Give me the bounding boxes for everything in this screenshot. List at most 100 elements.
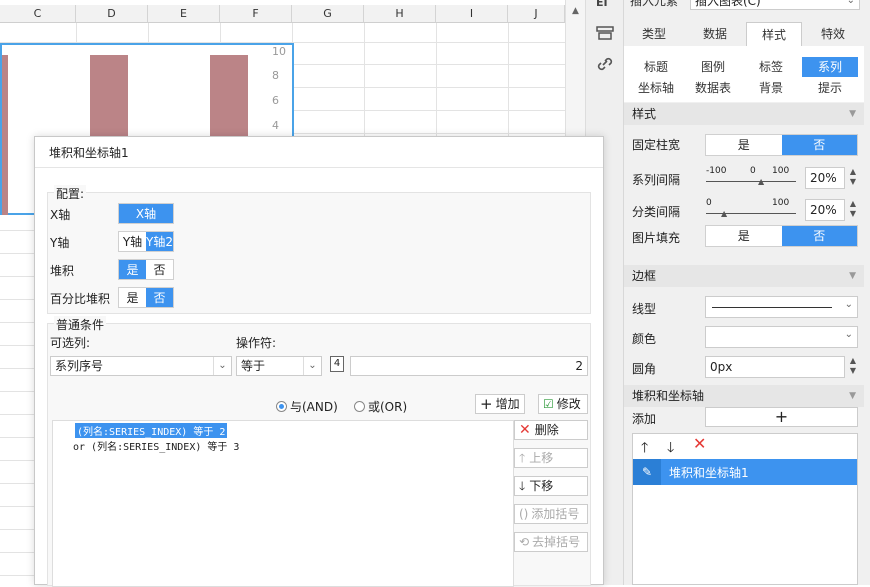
insert-chart-dropdown[interactable]: 插入图表(C) ⌄ [690,0,860,10]
column-header-e[interactable]: E [148,5,220,23]
delete-icon[interactable]: ✕ [693,434,706,453]
move-down-icon[interactable]: 🡓 [667,437,674,461]
subtab-background[interactable]: 背景 [744,78,798,98]
add-stack-button[interactable]: + [705,407,858,427]
chart-bar [2,55,8,215]
series-gap-input[interactable]: 20% [805,167,845,189]
stack-axis-section-header[interactable]: 堆积和坐标轴 ▼ [624,385,864,407]
column-header-h[interactable]: H [364,5,436,23]
or-radio[interactable]: 或(OR) [354,398,407,415]
y-axis-toggle[interactable]: Y轴 Y轴2 [118,231,174,252]
subtab-tooltip[interactable]: 提示 [802,78,858,98]
column-header-c[interactable]: C [0,5,76,23]
subtab-title[interactable]: 标题 [630,57,682,77]
delete-label: 删除 [534,423,559,437]
x-axis-label: X轴 [50,208,71,222]
tab-type[interactable]: 类型 [624,22,684,46]
series-gap-spinner-icon[interactable]: ▲ ▼ [847,167,859,189]
column-header-f[interactable]: F [220,5,292,23]
stack-label: 堆积 [50,264,75,278]
radius-label: 圆角 [632,362,657,376]
fixed-width-toggle[interactable]: 是 否 [705,134,858,156]
add-parentheses-button[interactable]: () 添加括号 [514,504,588,524]
list-item[interactable]: ✎ 堆积和坐标轴1 [633,459,857,485]
series-gap-slider[interactable]: -100 0 100 ▲ [706,166,798,188]
category-gap-slider[interactable]: 0 100 ▲ [706,198,798,220]
slider-thumb-icon[interactable]: ▲ [721,209,727,218]
color-label: 颜色 [632,332,657,346]
condition-list[interactable]: (列名:SERIES_INDEX) 等于 2 or (列名:SERIES_IND… [52,420,514,587]
radius-spinner-icon[interactable]: ▲ ▼ [847,356,859,378]
operator-select[interactable]: 等于 ⌄ [236,356,322,376]
fixed-width-yes[interactable]: 是 [706,135,782,155]
color-select[interactable]: ⌄ [705,326,858,348]
image-fill-yes[interactable]: 是 [706,226,782,246]
series-gap-max: 100 [772,166,790,176]
column-header-j[interactable]: J [508,5,565,23]
and-radio-label: 与(AND) [290,400,338,414]
tab-style[interactable]: 样式 [746,22,802,46]
tab-effects[interactable]: 特效 [804,22,862,46]
category-gap-spinner-icon[interactable]: ▲ ▼ [847,199,859,221]
remove-parentheses-label: 去掉括号 [532,535,581,549]
hyperlink-icon[interactable] [596,56,614,72]
radius-input[interactable]: 0px [705,356,845,378]
x-axis-toggle[interactable]: X轴 [118,203,174,224]
y-axis-option-1[interactable]: Y轴 [119,232,146,251]
slider-thumb-icon[interactable]: ▲ [758,177,764,186]
arrow-up-icon: 🡑 [519,451,526,465]
tab-data[interactable]: 数据 [686,22,744,46]
subtab-datasheet[interactable]: 数据表 [686,78,740,98]
edit-icon[interactable]: ✎ [633,459,661,485]
category-gap-input[interactable]: 20% [805,199,845,221]
percent-stack-toggle[interactable]: 是 否 [118,287,174,308]
condition-item[interactable]: (列名:SERIES_INDEX) 等于 2 [75,423,228,438]
value-type-icon[interactable]: 4 [330,356,344,372]
image-fill-toggle[interactable]: 是 否 [705,225,858,247]
subtab-axis[interactable]: 坐标轴 [630,78,682,98]
widget-settings-icon[interactable] [596,25,614,41]
series-gap-label: 系列间隔 [632,173,681,187]
cell-info-icon[interactable]: EI [596,0,614,9]
category-gap-max: 100 [772,198,790,208]
category-gap-label: 分类间隔 [632,205,681,219]
y-axis-option-2[interactable]: Y轴2 [146,232,173,251]
delete-condition-button[interactable]: ✕ 删除 [514,420,588,440]
column-header-g[interactable]: G [292,5,364,23]
fixed-width-no[interactable]: 否 [781,135,857,155]
remove-parentheses-button[interactable]: ⟲ 去掉括号 [514,532,588,552]
image-fill-no[interactable]: 否 [781,226,857,246]
percent-stack-label: 百分比堆积 [50,292,111,306]
stack-yes[interactable]: 是 [119,260,146,279]
operator-label: 操作符: [236,336,277,350]
y-tick-label: 10 [272,45,286,58]
dialog-title: 堆积和坐标轴1 [49,146,129,160]
line-type-select[interactable]: ⌄ [705,296,858,318]
and-radio[interactable]: 与(AND) [276,398,338,415]
chevron-down-icon: ⌄ [303,357,321,375]
subtab-legend[interactable]: 图例 [686,57,740,77]
move-up-button[interactable]: 🡑 上移 [514,448,588,468]
add-condition-button[interactable]: + 增加 [475,394,525,414]
column-select[interactable]: 系列序号 ⌄ [50,356,232,376]
series-gap-min: -100 [706,166,727,176]
move-down-button[interactable]: 🡓 下移 [514,476,588,496]
collapse-icon: ▼ [849,271,856,281]
column-header-i[interactable]: I [436,5,508,23]
move-up-icon[interactable]: 🡑 [641,437,648,461]
subtab-series[interactable]: 系列 [802,57,858,77]
scroll-up-icon[interactable]: ▲ [566,6,585,16]
style-section-header[interactable]: 样式 ▼ [624,103,864,125]
stack-no[interactable]: 否 [146,260,173,279]
insert-element-dropdown[interactable]: 插入元素 [630,0,682,10]
stack-toggle[interactable]: 是 否 [118,259,174,280]
border-section-header[interactable]: 边框 ▼ [624,265,864,287]
percent-stack-yes[interactable]: 是 [119,288,146,307]
condition-item[interactable]: or (列名:SERIES_INDEX) 等于 3 [73,438,239,453]
percent-stack-no[interactable]: 否 [146,288,173,307]
x-axis-option[interactable]: X轴 [119,204,173,223]
subtab-label[interactable]: 标签 [744,57,798,77]
modify-condition-button[interactable]: ☑ 修改 [538,394,588,414]
column-header-d[interactable]: D [76,5,148,23]
condition-value-input[interactable]: 2 [350,356,588,376]
